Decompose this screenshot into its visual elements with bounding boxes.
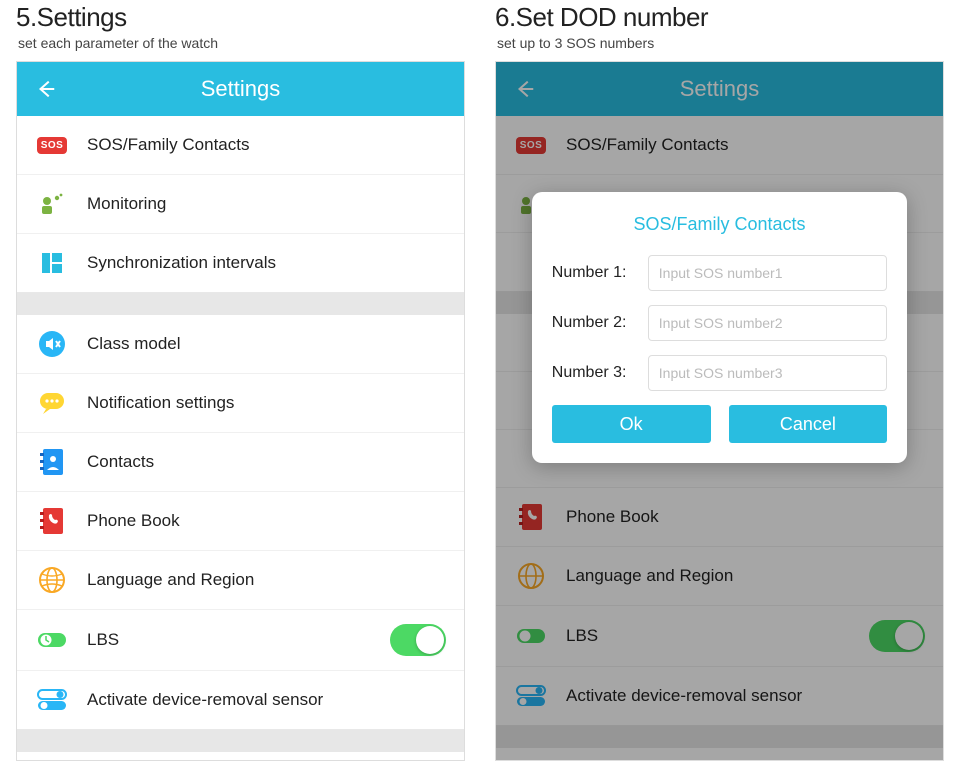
phone-screen-right: Settings SOS SOS/Family Contacts [495,61,944,761]
row-label: Notification settings [87,393,446,413]
row-contacts[interactable]: Contacts [17,433,464,492]
section-5-subheading: set each parameter of the watch [18,35,465,51]
monitoring-icon [35,189,69,219]
back-button[interactable] [31,74,61,104]
lbs-toggle-icon [35,625,69,655]
sync-icon [35,248,69,278]
phone-screen-left: Settings SOS SOS/Family Contacts Monitor… [16,61,465,761]
sos-field-1: Number 1: [552,255,887,291]
page-title: Settings [201,76,281,102]
row-label: Language and Region [87,570,446,590]
row-label: SOS/Family Contacts [87,135,446,155]
row-notification[interactable]: Notification settings [17,374,464,433]
sos-input-3[interactable] [648,355,887,391]
row-label: Contacts [87,452,446,472]
row-label: Class model [87,334,446,354]
sos-input-1[interactable] [648,255,887,291]
dialog-title: SOS/Family Contacts [552,214,887,235]
sos-dialog: SOS/Family Contacts Number 1: Number 2: … [532,192,907,463]
notification-icon [35,388,69,418]
row-lbs[interactable]: LBS [17,610,464,671]
back-arrow-icon [35,78,57,100]
ok-button[interactable]: Ok [552,405,711,443]
field-label: Number 1: [552,264,648,282]
field-label: Number 2: [552,314,648,332]
mute-icon [35,329,69,359]
sos-field-2: Number 2: [552,305,887,341]
sos-field-3: Number 3: [552,355,887,391]
section-5-heading: 5.Settings [16,2,465,33]
phonebook-icon [35,506,69,536]
removal-sensor-icon [35,685,69,715]
sos-input-2[interactable] [648,305,887,341]
section-6-heading: 6.Set DOD number [495,2,944,33]
globe-icon [35,565,69,595]
row-phonebook[interactable]: Phone Book [17,492,464,551]
contacts-icon [35,447,69,477]
row-label: Activate device-removal sensor [87,690,446,710]
app-bar: Settings [17,62,464,116]
sos-icon: SOS [37,137,68,154]
row-label: LBS [87,630,390,650]
section-6-subheading: set up to 3 SOS numbers [497,35,944,51]
row-label: Monitoring [87,194,446,214]
row-label: Synchronization intervals [87,253,446,273]
lbs-toggle[interactable] [390,624,446,656]
row-class-model[interactable]: Class model [17,315,464,374]
row-language[interactable]: Language and Region [17,551,464,610]
row-sos[interactable]: SOS SOS/Family Contacts [17,116,464,175]
row-monitoring[interactable]: Monitoring [17,175,464,234]
modal-overlay[interactable]: SOS/Family Contacts Number 1: Number 2: … [496,62,943,760]
settings-body: SOS SOS/Family Contacts Monitoring Syn [17,116,464,760]
row-shutdown[interactable]: Shutdown the device from the app [17,752,464,760]
row-sync[interactable]: Synchronization intervals [17,234,464,292]
row-removal-sensor[interactable]: Activate device-removal sensor [17,671,464,729]
row-label: Phone Book [87,511,446,531]
field-label: Number 3: [552,364,648,382]
cancel-button[interactable]: Cancel [729,405,888,443]
